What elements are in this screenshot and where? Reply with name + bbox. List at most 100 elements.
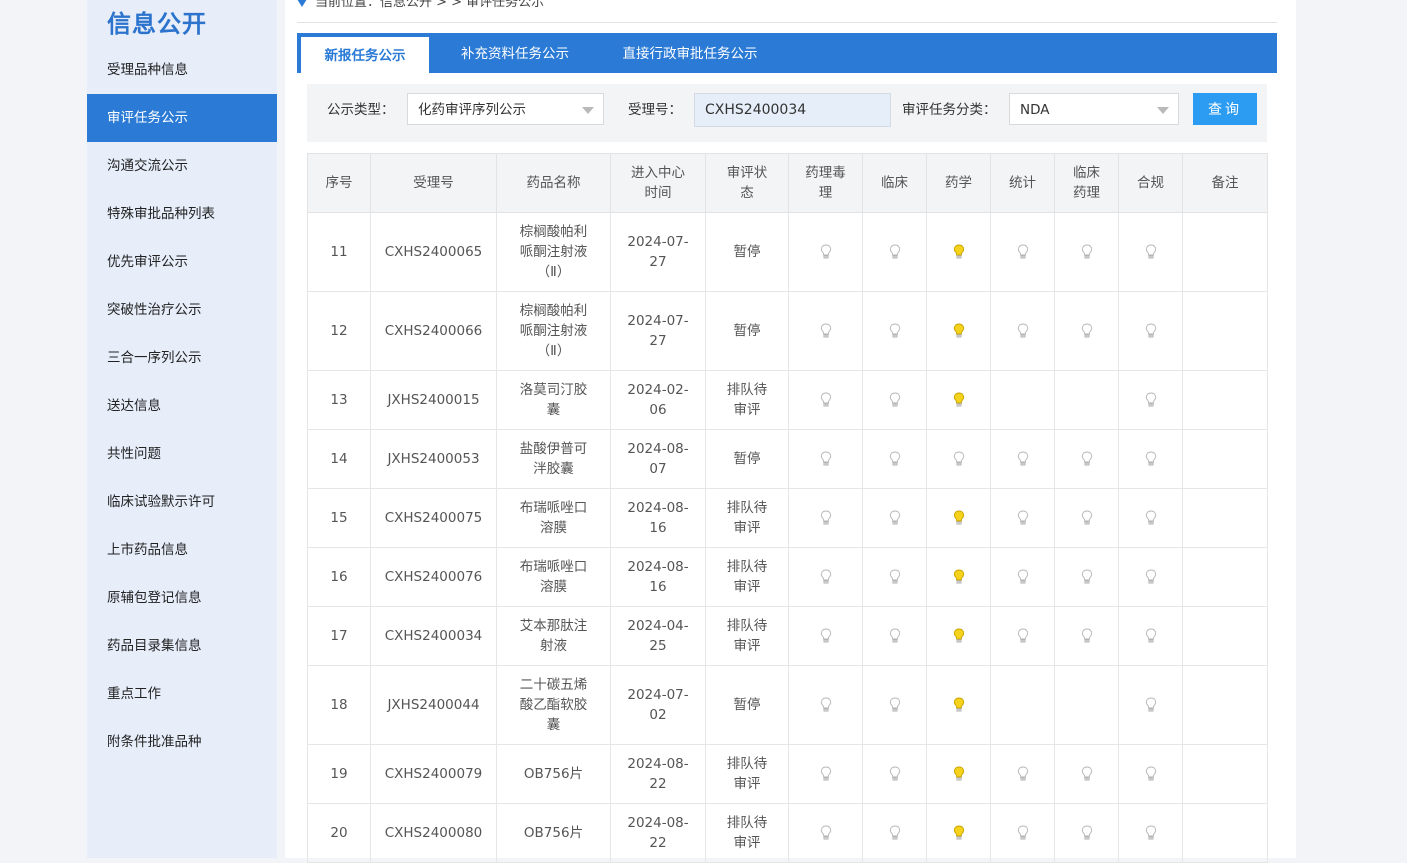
sidebar-item[interactable]: 突破性治疗公示 (87, 286, 277, 334)
compliance-cell (1118, 665, 1183, 745)
accept-label: 受理号： (628, 102, 682, 118)
sidebar-item[interactable]: 上市药品信息 (87, 526, 277, 574)
entry-date-cell-line: 2024-08- (627, 815, 689, 831)
accept-number-cell: CXHS2400080 (370, 803, 497, 863)
row-number-cell: 14 (307, 429, 371, 489)
row-number-cell: 19 (307, 744, 371, 804)
review-status-cell-line: 排队待 (726, 382, 768, 398)
main-panel: 当前位置：信息公开 > > 审评任务公示 新报任务公示 补充资料任务公示 直接行… (285, 0, 1296, 863)
sidebar-item[interactable]: 临床试验默示许可 (87, 478, 277, 526)
sidebar-item[interactable]: 受理品种信息 (87, 46, 277, 94)
sidebar-item[interactable]: 三合一序列公示 (87, 334, 277, 382)
sidebar-item[interactable]: 送达信息 (87, 382, 277, 430)
tab-direct-approval-tasks[interactable]: 直接行政审批任务公示 (605, 33, 775, 73)
pharm-tox-cell (788, 488, 863, 548)
table-row[interactable]: 19 CXHS2400079 OB756片 2024-08- 22 排队待 审评 (307, 744, 1268, 804)
table-row[interactable]: 12 CXHS2400066 棕榈酸帕利 哌酮注射液 （Ⅱ） 2024-07- 27 暂停 (307, 291, 1268, 371)
chevron-down-icon (1157, 107, 1169, 114)
lightbulb-off-icon (1145, 323, 1156, 338)
lightbulb-off-icon (953, 451, 964, 466)
table-row[interactable]: 14 JXHS2400053 盐酸伊普可 泮胶囊 2024-08- 07 暂停 (307, 429, 1268, 489)
query-button[interactable]: 查询 (1193, 93, 1257, 125)
sidebar-item[interactable]: 审评任务公示 (87, 94, 277, 142)
drug-name-cell-line: 哌酮注射液 (519, 244, 588, 260)
lightbulb-off-icon (1081, 825, 1092, 840)
accept-number-input[interactable] (694, 93, 891, 127)
lightbulb-off-icon (820, 569, 831, 584)
sidebar-item[interactable]: 附条件批准品种 (87, 718, 277, 766)
row-number-cell: 15 (307, 488, 371, 548)
row-number-cell: 17 (307, 606, 371, 666)
pharm-tox-cell (788, 744, 863, 804)
remark-cell (1182, 803, 1268, 863)
accept-number-cell: CXHS2400075 (370, 488, 497, 548)
pharmacy-cell (926, 547, 991, 607)
table-row[interactable]: 17 CXHS2400034 艾本那肽注 射液 2024-04- 25 排队待 审评 (307, 606, 1268, 666)
sidebar-item[interactable]: 药品目录集信息 (87, 622, 277, 670)
column-header: 受理号 (370, 153, 497, 213)
review-status-cell-line: 排队待 (726, 618, 768, 634)
tab-bar: 新报任务公示 补充资料任务公示 直接行政审批任务公示 (297, 33, 1277, 73)
drug-name-cell: OB756片 (496, 744, 611, 804)
lightbulb-off-icon (1017, 244, 1028, 259)
drug-name-cell: 洛莫司汀胶囊 (496, 370, 611, 430)
table-row[interactable]: 11 CXHS2400065 棕榈酸帕利 哌酮注射液 （Ⅱ） 2024-07- 27 暂停 (307, 212, 1268, 292)
sidebar-item[interactable]: 原辅包登记信息 (87, 574, 277, 622)
column-header-text: 合规 (1137, 175, 1164, 191)
entry-date-cell: 2024-08- 22 (610, 803, 706, 863)
column-header: 统计 (990, 153, 1055, 213)
lightbulb-off-icon (889, 244, 900, 259)
clinical-cell (862, 665, 927, 745)
clinical-cell (862, 606, 927, 666)
entry-date-cell-line: 22 (649, 835, 667, 851)
entry-date-cell-line: 22 (649, 776, 667, 792)
review-status-cell-line: 审评 (733, 638, 761, 654)
remark-cell (1182, 291, 1268, 371)
pharmacy-cell (926, 291, 991, 371)
category-label: 审评任务分类： (902, 102, 997, 118)
sidebar-item[interactable]: 特殊审批品种列表 (87, 190, 277, 238)
lightbulb-off-icon (1145, 766, 1156, 781)
row-number-cell: 13 (307, 370, 371, 430)
clinical-cell (862, 429, 927, 489)
drug-name-cell-line: 二十碳五烯 (519, 677, 588, 693)
accept-number-cell: CXHS2400079 (370, 744, 497, 804)
entry-date-cell-line: 16 (649, 579, 667, 595)
clin-pharm-cell (1054, 370, 1119, 430)
drug-name-cell-line: 泮胶囊 (533, 461, 574, 477)
column-header-text: 药理毒 (805, 165, 846, 181)
sidebar-item[interactable]: 沟通交流公示 (87, 142, 277, 190)
lightbulb-on-icon (953, 510, 964, 525)
tab-new-tasks[interactable]: 新报任务公示 (301, 37, 429, 73)
entry-date-cell: 2024-02- 06 (610, 370, 706, 430)
lightbulb-off-icon (1017, 569, 1028, 584)
sidebar-item[interactable]: 共性问题 (87, 430, 277, 478)
clin-pharm-cell (1054, 665, 1119, 745)
drug-name-cell-line: 溶膜 (540, 579, 567, 595)
clinical-cell (862, 744, 927, 804)
tab-supplement-tasks[interactable]: 补充资料任务公示 (442, 33, 588, 73)
column-header-text: 药理 (1073, 185, 1100, 201)
table-row[interactable]: 13 JXHS2400015 洛莫司汀胶囊 2024-02- 06 排队待 审评 (307, 370, 1268, 430)
statistics-cell (990, 665, 1055, 745)
column-header-text: 受理号 (413, 175, 454, 191)
table-row[interactable]: 20 CXHS2400080 OB756片 2024-08- 22 排队待 审评 (307, 803, 1268, 863)
category-select[interactable]: NDA (1009, 93, 1179, 125)
lightbulb-off-icon (1081, 628, 1092, 643)
accept-number-cell: JXHS2400044 (370, 665, 497, 745)
accept-number-cell: CXHS2400034 (370, 606, 497, 666)
sidebar-item[interactable]: 优先审评公示 (87, 238, 277, 286)
sidebar-item[interactable]: 重点工作 (87, 670, 277, 718)
table-row[interactable]: 18 JXHS2400044 二十碳五烯 酸乙酯软胶囊 2024-07- 02 暂停 (307, 665, 1268, 745)
clinical-cell (862, 488, 927, 548)
drug-name-cell-line: （Ⅱ） (536, 264, 571, 280)
pharm-tox-cell (788, 429, 863, 489)
entry-date-cell: 2024-08- 22 (610, 744, 706, 804)
statistics-cell (990, 429, 1055, 489)
table-row[interactable]: 16 CXHS2400076 布瑞哌唑口 溶膜 2024-08- 16 排队待 审评 (307, 547, 1268, 607)
drug-name-cell-line: 棕榈酸帕利 (519, 224, 588, 240)
type-label: 公示类型： (327, 102, 395, 118)
compliance-cell (1118, 212, 1183, 292)
type-select[interactable]: 化药审评序列公示 (407, 93, 604, 125)
table-row[interactable]: 15 CXHS2400075 布瑞哌唑口 溶膜 2024-08- 16 排队待 审评 (307, 488, 1268, 548)
